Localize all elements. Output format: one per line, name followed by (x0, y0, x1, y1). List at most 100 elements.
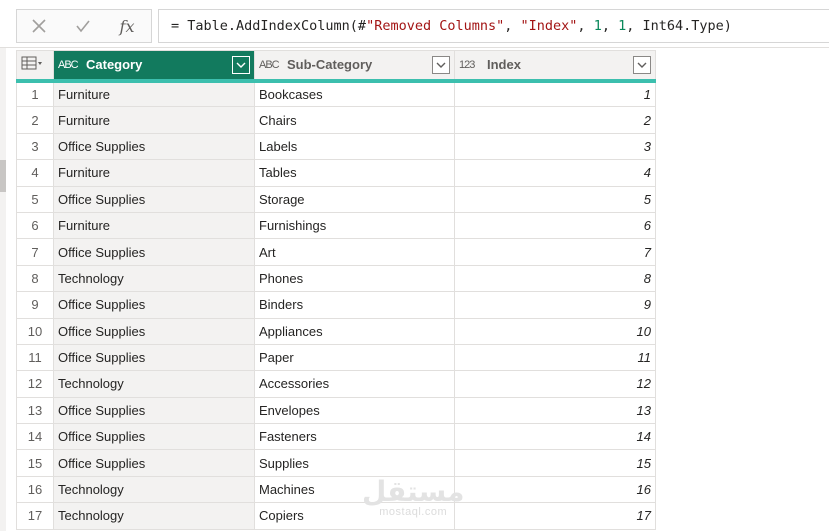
column-header-sub-category[interactable]: ABC Sub-Category (254, 50, 455, 83)
row-number[interactable]: 4 (16, 159, 54, 187)
cell-index[interactable]: 12 (454, 370, 656, 398)
cell-category[interactable]: Office Supplies (53, 238, 255, 266)
cell-category[interactable]: Technology (53, 502, 255, 530)
table-row[interactable]: 3 Office Supplies Labels 3 (16, 132, 656, 161)
cell-category[interactable]: Furniture (53, 211, 255, 240)
cell-index[interactable]: 3 (454, 132, 656, 161)
cell-sub-category[interactable]: Envelopes (254, 396, 455, 425)
insert-function-button[interactable]: fx (105, 10, 149, 42)
cell-category[interactable]: Office Supplies (53, 132, 255, 161)
table-row[interactable]: 2 Furniture Chairs 2 (16, 106, 656, 134)
cell-category[interactable]: Furniture (53, 159, 255, 187)
cell-category[interactable]: Office Supplies (53, 449, 255, 477)
cell-category[interactable]: Technology (53, 370, 255, 398)
cell-index[interactable]: 15 (454, 449, 656, 477)
row-number[interactable]: 6 (16, 211, 54, 240)
table-row[interactable]: 16 Technology Machines 16 (16, 475, 656, 504)
row-number[interactable]: 15 (16, 449, 54, 477)
cell-index[interactable]: 2 (454, 106, 656, 134)
formula-input[interactable]: = Table.AddIndexColumn(#"Removed Columns… (158, 9, 829, 43)
filter-dropdown-button[interactable] (633, 55, 651, 74)
cell-category[interactable]: Office Supplies (53, 291, 255, 319)
cell-category[interactable]: Office Supplies (53, 396, 255, 425)
cell-category[interactable]: Office Supplies (53, 185, 255, 213)
table-row[interactable]: 11 Office Supplies Paper 11 (16, 343, 656, 372)
cell-sub-category[interactable]: Fasteners (254, 423, 455, 451)
cell-index[interactable]: 11 (454, 343, 656, 372)
cell-index[interactable]: 14 (454, 423, 656, 451)
row-number[interactable]: 17 (16, 502, 54, 530)
cell-sub-category[interactable]: Chairs (254, 106, 455, 134)
row-number[interactable]: 1 (16, 79, 54, 108)
cell-index[interactable]: 13 (454, 396, 656, 425)
row-number[interactable]: 13 (16, 396, 54, 425)
cell-category[interactable]: Technology (53, 264, 255, 293)
column-header-category[interactable]: ABC Category (53, 50, 255, 83)
table-row[interactable]: 5 Office Supplies Storage 5 (16, 185, 656, 213)
cell-sub-category[interactable]: Labels (254, 132, 455, 161)
table-row[interactable]: 8 Technology Phones 8 (16, 264, 656, 293)
table-row[interactable]: 7 Office Supplies Art 7 (16, 238, 656, 266)
cell-category[interactable]: Office Supplies (53, 317, 255, 345)
row-number[interactable]: 10 (16, 317, 54, 345)
table-row[interactable]: 14 Office Supplies Fasteners 14 (16, 423, 656, 451)
cell-index[interactable]: 4 (454, 159, 656, 187)
cell-sub-category[interactable]: Phones (254, 264, 455, 293)
cell-index[interactable]: 7 (454, 238, 656, 266)
table-menu-button[interactable] (16, 50, 54, 83)
row-number[interactable]: 16 (16, 475, 54, 504)
cell-index[interactable]: 16 (454, 475, 656, 504)
cancel-button[interactable] (17, 10, 61, 42)
cell-category[interactable]: Office Supplies (53, 423, 255, 451)
table-row[interactable]: 12 Technology Accessories 12 (16, 370, 656, 398)
cell-index[interactable]: 8 (454, 264, 656, 293)
watermark: مستقل mostaql.com (362, 478, 464, 519)
row-number[interactable]: 12 (16, 370, 54, 398)
table-row[interactable]: 9 Office Supplies Binders 9 (16, 291, 656, 319)
cell-sub-category[interactable]: Furnishings (254, 211, 455, 240)
row-number[interactable]: 9 (16, 291, 54, 319)
number-type-icon[interactable]: 123 (459, 59, 479, 71)
cell-sub-category[interactable]: Accessories (254, 370, 455, 398)
cell-index[interactable]: 6 (454, 211, 656, 240)
cell-sub-category[interactable]: Storage (254, 185, 455, 213)
cell-category[interactable]: Furniture (53, 106, 255, 134)
row-number[interactable]: 8 (16, 264, 54, 293)
row-number[interactable]: 7 (16, 238, 54, 266)
text-type-icon[interactable]: ABC (259, 59, 280, 71)
queries-pane-edge[interactable] (0, 48, 6, 531)
cell-category[interactable]: Technology (53, 475, 255, 504)
cell-sub-category[interactable]: Art (254, 238, 455, 266)
cell-sub-category[interactable]: Binders (254, 291, 455, 319)
table-row[interactable]: 4 Furniture Tables 4 (16, 159, 656, 187)
cell-sub-category[interactable]: Tables (254, 159, 455, 187)
cell-sub-category[interactable]: Appliances (254, 317, 455, 345)
row-number[interactable]: 2 (16, 106, 54, 134)
table-row[interactable]: 1 Furniture Bookcases 1 (16, 79, 656, 108)
cell-index[interactable]: 10 (454, 317, 656, 345)
cell-index[interactable]: 1 (454, 79, 656, 108)
cell-category[interactable]: Office Supplies (53, 343, 255, 372)
row-number[interactable]: 14 (16, 423, 54, 451)
table-row[interactable]: 15 Office Supplies Supplies 15 (16, 449, 656, 477)
text-type-icon[interactable]: ABC (58, 59, 79, 71)
cell-index[interactable]: 5 (454, 185, 656, 213)
row-number[interactable]: 11 (16, 343, 54, 372)
table-row[interactable]: 17 Technology Copiers 17 (16, 502, 656, 530)
table-row[interactable]: 6 Furniture Furnishings 6 (16, 211, 656, 240)
cell-index[interactable]: 9 (454, 291, 656, 319)
cell-category[interactable]: Furniture (53, 79, 255, 108)
filter-dropdown-button[interactable] (232, 55, 250, 74)
cell-sub-category[interactable]: Bookcases (254, 79, 455, 108)
table-row[interactable]: 13 Office Supplies Envelopes 13 (16, 396, 656, 425)
column-header-index[interactable]: 123 Index (454, 50, 656, 83)
cell-sub-category[interactable]: Paper (254, 343, 455, 372)
row-number[interactable]: 3 (16, 132, 54, 161)
queries-pane-handle[interactable] (0, 160, 6, 192)
table-row[interactable]: 10 Office Supplies Appliances 10 (16, 317, 656, 345)
cell-sub-category[interactable]: Supplies (254, 449, 455, 477)
filter-dropdown-button[interactable] (432, 55, 450, 74)
row-number[interactable]: 5 (16, 185, 54, 213)
cell-index[interactable]: 17 (454, 502, 656, 530)
commit-button[interactable] (61, 10, 105, 42)
